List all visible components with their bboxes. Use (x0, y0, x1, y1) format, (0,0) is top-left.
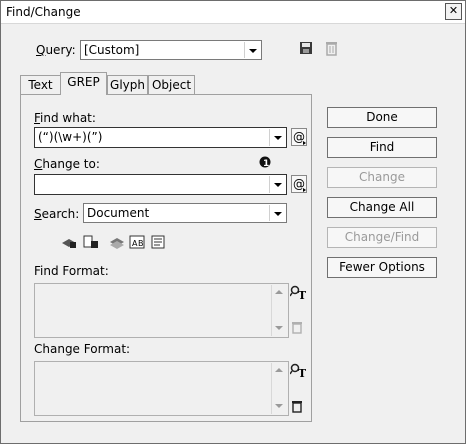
change-find-button[interactable]: Change/Find (327, 227, 437, 248)
text-format-icon[interactable]: T (290, 363, 306, 378)
title-bar: Find/Change ✕ (1, 1, 465, 24)
scroll-up-icon[interactable] (272, 285, 287, 300)
window-title: Find/Change (6, 5, 81, 19)
include-footnotes-icon[interactable] (151, 235, 165, 249)
find-what-label: Find what: (34, 111, 96, 125)
find-change-dialog: Find/Change ✕ Query: [Custom] Text GREP … (0, 0, 466, 444)
scroll-up-icon[interactable] (272, 363, 287, 378)
find-format-scrollbar[interactable] (271, 285, 287, 336)
done-button[interactable]: Done (327, 107, 437, 128)
find-what-input[interactable]: (“)(\w+)(”) (34, 127, 287, 148)
find-format-box[interactable] (34, 283, 289, 338)
search-label: Search: (34, 207, 80, 221)
at-sign-icon[interactable]: @ (291, 175, 307, 193)
trash-icon[interactable] (325, 40, 338, 56)
svg-text:T: T (298, 289, 306, 300)
close-icon[interactable]: ✕ (445, 3, 462, 20)
query-label: Query: (36, 43, 76, 57)
scroll-down-icon[interactable] (272, 399, 287, 414)
at-sign-icon[interactable]: @ (291, 128, 307, 146)
change-to-label: Change to: (34, 157, 100, 171)
tab-text[interactable]: Text (20, 75, 61, 94)
svg-text:1: 1 (263, 159, 269, 168)
chevron-down-icon[interactable] (269, 129, 285, 146)
search-select[interactable]: Document (83, 203, 287, 223)
scroll-down-icon[interactable] (272, 321, 287, 336)
fewer-options-button[interactable]: Fewer Options (327, 257, 437, 278)
chevron-down-icon[interactable] (244, 42, 260, 58)
tab-object[interactable]: Object (148, 75, 195, 94)
trash-icon[interactable] (291, 321, 303, 334)
search-value: Document (87, 206, 150, 220)
include-hidden-layers-icon[interactable] (109, 235, 125, 249)
find-format-label: Find Format: (34, 264, 109, 278)
include-locked-layers-icon[interactable] (61, 235, 77, 249)
query-value: [Custom] (84, 43, 140, 57)
tab-grep[interactable]: GREP (60, 72, 107, 95)
find-button[interactable]: Find (327, 137, 437, 158)
change-format-label: Change Format: (34, 342, 131, 356)
change-format-scrollbar[interactable] (271, 363, 287, 414)
tab-glyph[interactable]: Glyph (107, 75, 148, 94)
save-icon[interactable] (299, 41, 313, 55)
include-locked-stories-icon[interactable] (83, 235, 99, 249)
change-to-input[interactable] (34, 174, 287, 195)
svg-text:T: T (298, 367, 306, 378)
trash-icon[interactable] (291, 400, 303, 413)
info-icon: 1 (259, 156, 271, 168)
chevron-down-icon[interactable] (269, 205, 285, 221)
change-button[interactable]: Change (327, 167, 437, 188)
query-select[interactable]: [Custom] (80, 40, 262, 60)
chevron-down-icon[interactable] (269, 176, 285, 193)
include-master-pages-icon[interactable]: AB (129, 235, 145, 249)
text-format-icon[interactable]: T (290, 285, 306, 300)
find-what-value: (“)(\w+)(”) (38, 130, 103, 144)
change-format-box[interactable] (34, 361, 289, 416)
svg-text:B: B (138, 239, 144, 248)
change-all-button[interactable]: Change All (327, 197, 437, 218)
